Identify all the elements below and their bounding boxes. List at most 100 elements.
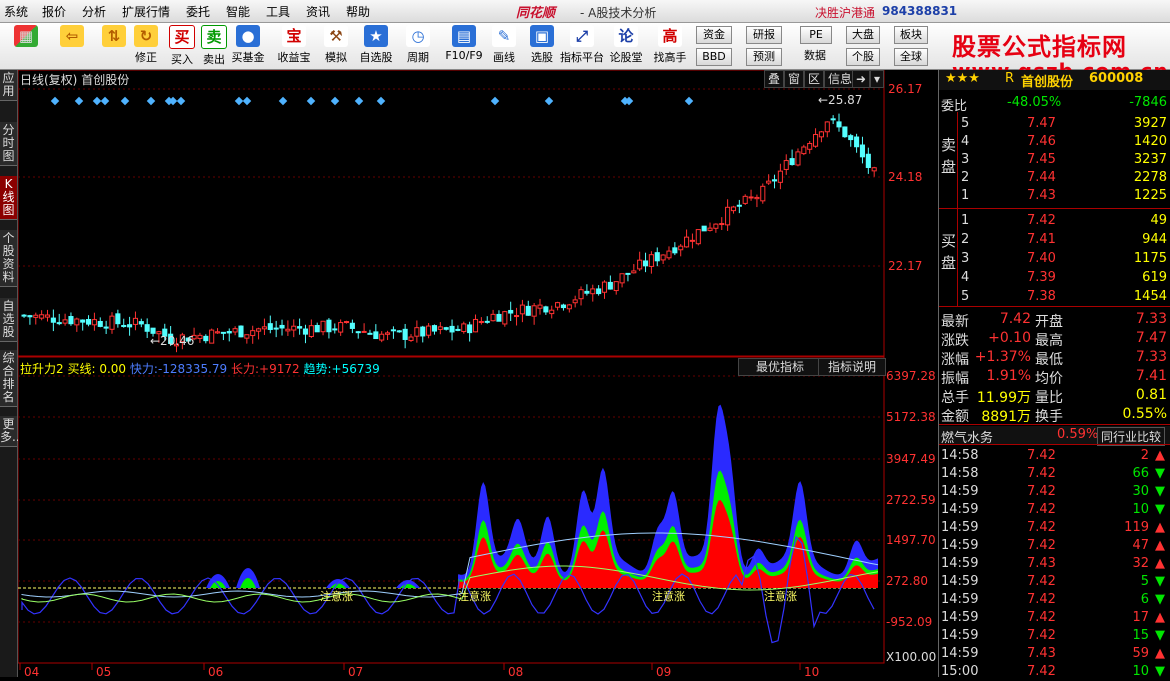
sell-price[interactable]: 7.46 [1027, 134, 1056, 149]
sell-price[interactable]: 7.44 [1027, 170, 1056, 185]
menu-tools[interactable]: 工具 [266, 3, 290, 20]
candle-body [596, 288, 602, 295]
tick-time: 14:59 [941, 592, 979, 607]
research-button[interactable]: 研报 [746, 26, 782, 44]
candle-body [396, 330, 402, 333]
buy-price[interactable]: 7.38 [1027, 289, 1056, 304]
global-button[interactable]: 全球 [894, 48, 928, 66]
stock-button[interactable]: 个股 [846, 48, 880, 66]
tick-price: 7.43 [1027, 646, 1056, 661]
left-tab-6[interactable]: 更多.. [0, 416, 20, 447]
signal-diamond-icon [176, 96, 186, 106]
refresh-button[interactable]: ↻ 修正 [130, 25, 162, 65]
candle-body [537, 304, 543, 309]
pe-button[interactable]: PE [800, 26, 832, 44]
treasure-button[interactable]: 宝收益宝 [278, 25, 311, 65]
forecast-button[interactable]: 预测 [746, 48, 782, 66]
arrow-up-icon: ▲ [1155, 448, 1165, 463]
pen-button[interactable]: ✎ 画线 [488, 25, 520, 65]
market-button[interactable]: 大盘 [846, 26, 880, 44]
candle-body [80, 319, 86, 323]
star-list-button[interactable]: ★ 自选股 [360, 25, 393, 65]
candle-body [502, 311, 508, 325]
candle-body [572, 299, 578, 304]
left-tab-2[interactable]: K线图 [0, 176, 17, 220]
sell-price[interactable]: 7.43 [1027, 188, 1056, 203]
data-button[interactable]: 数据 [796, 48, 834, 64]
buy-price[interactable]: 7.41 [1027, 232, 1056, 247]
range-button[interactable]: 区 [804, 70, 825, 88]
best-indicator-button[interactable]: 最优指标 [738, 358, 822, 376]
indicator-header: 拉升力2 买线: 0.00 快力:-128335.79 长力:+9172 趋势:… [20, 360, 380, 377]
left-tab-0[interactable]: 应用 [0, 70, 17, 101]
menu-quote[interactable]: 报价 [42, 3, 66, 20]
arrow-up-icon: ▲ [1155, 646, 1165, 661]
indicator-help-button[interactable]: 指标说明 [818, 358, 886, 376]
sell-price[interactable]: 7.45 [1027, 152, 1056, 167]
x-axis-label: 10 [804, 665, 819, 677]
fund-flow-button[interactable]: 资金 [696, 26, 732, 44]
buy-price[interactable]: 7.39 [1027, 270, 1056, 285]
tick-row: 14:59 7.42 30 ▼ [939, 483, 1170, 501]
back-arrow-button[interactable]: ⇦ [56, 25, 88, 47]
tick-price: 7.42 [1027, 574, 1056, 589]
r-flag: R [1005, 71, 1015, 86]
buy-price[interactable]: 7.42 [1027, 213, 1056, 228]
indicator-platform-button[interactable]: ⤢ 指标平台 [560, 25, 604, 65]
tick-time: 14:59 [941, 628, 979, 643]
sell-price[interactable]: 7.47 [1027, 116, 1056, 131]
stat-label: 最高 [1035, 333, 1063, 349]
menu-system[interactable]: 系统 [4, 3, 28, 20]
f10-button[interactable]: ▤ F10/F9 [445, 25, 483, 62]
fund-button[interactable]: ● 买基金 [232, 25, 265, 65]
left-tab-4[interactable]: 自选股 [0, 298, 17, 342]
tick-price: 7.42 [1027, 502, 1056, 517]
window-button[interactable]: 窗 [784, 70, 805, 88]
x-axis-label: 09 [656, 665, 671, 677]
menu-help[interactable]: 帮助 [346, 3, 370, 20]
updown-arrow-button[interactable]: ⇅ [98, 25, 130, 47]
candle-body [807, 143, 813, 150]
brand-logo: 同花顺 [516, 6, 556, 21]
grid-button[interactable]: ▦ [10, 25, 42, 47]
fast-value: -128335.79 [157, 362, 228, 376]
sector-divider [939, 444, 1170, 445]
menu-analysis[interactable]: 分析 [82, 3, 106, 20]
menu-extended-quote[interactable]: 扩展行情 [122, 3, 170, 20]
candle-body [373, 331, 379, 340]
toolbar-label: F10/F9 [445, 49, 483, 62]
menu-smart[interactable]: 智能 [226, 3, 250, 20]
arrow-right-icon[interactable]: ➜ [852, 70, 871, 88]
candle-body [824, 121, 830, 133]
high-price-label: ←25.87 [818, 93, 862, 107]
candle-body [361, 330, 367, 333]
master-button[interactable]: 高找高手 [654, 25, 687, 65]
dropdown-icon[interactable]: ▾ [870, 70, 885, 88]
menu-order[interactable]: 委托 [186, 3, 210, 20]
left-tab-3[interactable]: 个股资料 [0, 230, 17, 287]
signal-diamond-icon [74, 96, 84, 106]
hammer-icon: ⚒ [324, 25, 348, 47]
menu-news[interactable]: 资讯 [306, 3, 330, 20]
signal-diamond-icon [330, 96, 340, 106]
hammer-button[interactable]: ⚒ 模拟 [320, 25, 352, 65]
candle-body [467, 324, 473, 334]
candle-body [584, 290, 590, 294]
candle-body [642, 260, 649, 267]
left-tab-1[interactable]: 分时图 [0, 122, 17, 166]
candle-body [654, 252, 660, 262]
left-tab-5[interactable]: 综合排名 [0, 350, 17, 407]
tick-row: 14:59 7.42 6 ▼ [939, 591, 1170, 609]
f10-icon: ▤ [452, 25, 476, 47]
tick-volume: 10 [1132, 502, 1149, 517]
stat-value: 7.42 [999, 311, 1031, 327]
clock-button[interactable]: ◷ 周期 [402, 25, 434, 65]
bbd-button[interactable]: BBD [696, 48, 732, 66]
buy-price[interactable]: 7.40 [1027, 251, 1056, 266]
sector-button[interactable]: 板块 [894, 26, 928, 44]
signal-diamond-icon [50, 96, 60, 106]
screen-button[interactable]: ▣ 选股 [526, 25, 558, 65]
lunguo-button[interactable]: 论论股堂 [610, 25, 643, 65]
overlay-button[interactable]: 叠 [764, 70, 785, 88]
x-axis-label: 05 [96, 665, 111, 677]
